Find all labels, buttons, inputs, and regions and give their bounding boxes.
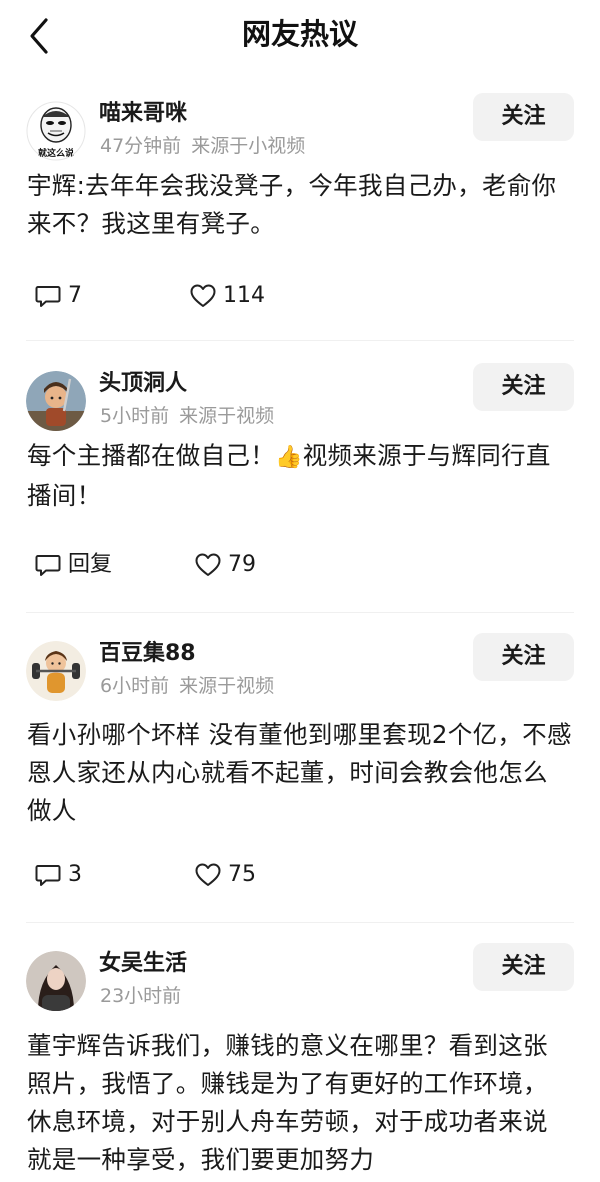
comment-meta: 5小时前 来源于视频 [100, 403, 274, 429]
post-source: 来源于视频 [179, 405, 275, 427]
post-time: 6小时前 [100, 675, 170, 697]
username[interactable]: 百豆集88 [99, 639, 196, 669]
heart-icon [195, 863, 221, 886]
post-time: 23小时前 [100, 985, 182, 1007]
comment-meta: 23小时前 [100, 983, 181, 1009]
comment-bubble-icon [35, 865, 61, 886]
comment-meta: 6小时前 来源于视频 [100, 673, 274, 699]
comment-bubble-icon [35, 286, 61, 307]
cartoon-warrior-avatar-icon [26, 371, 86, 431]
cartoon-girl-avatar-icon [26, 641, 86, 701]
post-time: 5小时前 [100, 405, 170, 427]
follow-button[interactable]: 关注 [473, 93, 574, 141]
meme-face-avatar-icon: 就这么说 [26, 101, 86, 161]
heart-icon [195, 553, 221, 576]
reply-label: 回复 [68, 552, 113, 577]
username[interactable]: 女吴生活 [99, 949, 187, 979]
comment-actions: 7 114 [34, 279, 554, 313]
comment-actions: 回复 79 [34, 548, 554, 582]
like-button[interactable]: 75 [194, 858, 256, 892]
divider [26, 612, 574, 613]
reply-count: 7 [68, 283, 82, 308]
follow-button[interactable]: 关注 [473, 633, 574, 681]
comment-text-part: 每个主播都在做自己！ [27, 441, 275, 470]
like-button[interactable]: 79 [194, 548, 256, 582]
comment-meta: 47分钟前 来源于小视频 [100, 133, 305, 159]
reply-count: 3 [68, 862, 82, 887]
top-bar: 网友热议 [0, 0, 600, 72]
like-button[interactable]: 114 [189, 279, 265, 313]
thumbs-up-icon: 👍 [275, 445, 303, 470]
username[interactable]: 喵来哥咪 [99, 99, 187, 129]
comment-actions: 3 75 [34, 858, 554, 892]
comment-text: 看小孙哪个坏样 没有董他到哪里套现2个亿，不感恩人家还从内心就看不起董，时间会教… [27, 720, 572, 825]
comment-bubble-icon [35, 555, 61, 576]
post-source: 来源于视频 [179, 675, 275, 697]
comment-text: 宇辉:去年年会我没凳子，今年我自己办，老俞你来不？我这里有凳子。 [27, 171, 557, 238]
like-count: 75 [228, 862, 256, 887]
divider [26, 922, 574, 923]
follow-button[interactable]: 关注 [473, 363, 574, 411]
avatar[interactable] [26, 641, 86, 701]
heart-icon [190, 284, 216, 307]
woman-photo-avatar-icon [26, 951, 86, 1011]
reply-button[interactable]: 7 [34, 279, 82, 313]
avatar[interactable] [26, 371, 86, 431]
username[interactable]: 头顶洞人 [99, 369, 187, 399]
comment-text: 董宇辉告诉我们，赚钱的意义在哪里？看到这张照片，我悟了。赚钱是为了有更好的工作环… [27, 1031, 548, 1174]
comment-text: 每个主播都在做自己！👍视频来源于与辉同行直播间！ [27, 437, 572, 515]
like-count: 79 [228, 552, 256, 577]
comments-page: 网友热议 就这么说 喵来哥咪 47分钟前 来源于小视频 关注 宇辉:去年年会我没凳… [0, 0, 600, 1182]
page-title: 网友热议 [241, 17, 358, 51]
like-count: 114 [223, 283, 265, 308]
reply-button[interactable]: 3 [34, 858, 82, 892]
divider [26, 340, 574, 341]
reply-button[interactable]: 回复 [34, 548, 112, 582]
post-source: 来源于小视频 [191, 135, 306, 157]
avatar[interactable]: 就这么说 [26, 101, 86, 161]
avatar[interactable] [26, 951, 86, 1011]
post-time: 47分钟前 [100, 135, 182, 157]
avatar-caption: 就这么说 [38, 147, 74, 159]
follow-button[interactable]: 关注 [473, 943, 574, 991]
